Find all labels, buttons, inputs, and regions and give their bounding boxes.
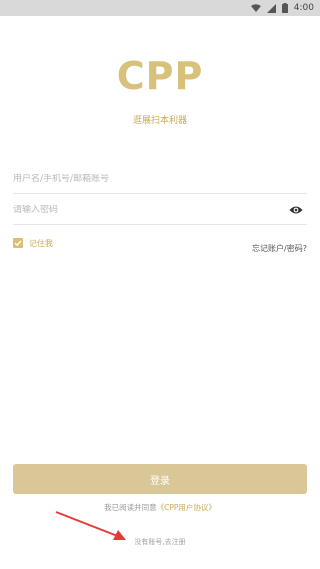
password-field-row: [13, 195, 307, 225]
check-icon: [14, 240, 22, 247]
signal-icon: [266, 3, 276, 13]
app-slogan: 逛展扫本利器: [132, 116, 187, 126]
login-button[interactable]: 登录: [13, 464, 307, 494]
username-input[interactable]: [13, 173, 307, 184]
wifi-icon: [250, 3, 261, 12]
show-password-icon[interactable]: [289, 204, 303, 216]
password-input[interactable]: [13, 204, 307, 215]
register-link[interactable]: 没有账号,去注册: [0, 537, 320, 547]
remember-label: 记住我: [29, 238, 53, 248]
status-time: 4:00: [293, 3, 314, 13]
user-agreement-link[interactable]: 《CPP用户协议》: [157, 503, 216, 512]
status-icons: 4:00: [250, 0, 314, 16]
app-logo: CPP: [0, 52, 320, 100]
remember-checkbox[interactable]: [13, 238, 23, 248]
logo-text: CPP: [116, 54, 204, 98]
forgot-password-link[interactable]: 忘记账户/密码?: [252, 243, 307, 254]
remember-me-row[interactable]: 记住我: [13, 237, 53, 249]
battery-icon: [281, 3, 288, 13]
status-bar: 4:00: [0, 0, 320, 16]
agreement-text: 我已阅读并同意《CPP用户协议》: [0, 502, 320, 513]
username-field-row: [13, 164, 307, 194]
login-screen: 4:00 CPP 逛展扫本利器 记住我 忘记账户/密码? 登录: [0, 0, 320, 569]
agreement-prefix: 我已阅读并同意: [104, 503, 157, 512]
